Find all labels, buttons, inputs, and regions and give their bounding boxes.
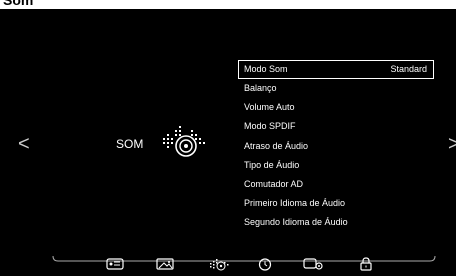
menu-item-label: Volume Auto <box>244 102 295 113</box>
menu-item-modo-som[interactable]: Modo Som Standard <box>238 60 434 79</box>
menu-item-label: Modo SPDIF <box>244 121 296 132</box>
menu-item-tipo-de-audio[interactable]: Tipo de Áudio <box>238 156 434 175</box>
menu-item-label: Modo Som <box>244 64 288 74</box>
title-bar: Som <box>0 0 456 9</box>
menu-item-balanco[interactable]: Balanço <box>238 79 434 98</box>
page-title: Som <box>3 0 34 8</box>
previous-arrow[interactable]: < <box>18 134 30 154</box>
menu-item-label: Primeiro Idioma de Áudio <box>244 198 346 209</box>
menu-item-atraso-de-audio[interactable]: Atraso de Áudio <box>238 137 434 156</box>
menu-item-primeiro-idioma[interactable]: Primeiro Idioma de Áudio <box>238 194 434 213</box>
sound-icon[interactable] <box>209 257 231 276</box>
settings-icon[interactable] <box>303 257 325 276</box>
next-arrow[interactable]: > <box>448 134 456 154</box>
image-icon[interactable] <box>156 257 174 276</box>
category-label: SOM <box>116 137 144 151</box>
menu-item-comutador-ad[interactable]: Comutador AD <box>238 175 434 194</box>
lock-icon[interactable] <box>359 257 373 276</box>
menu-item-volume-auto[interactable]: Volume Auto <box>238 98 434 117</box>
clock-icon[interactable] <box>257 257 273 276</box>
bottom-menu-bar <box>0 257 456 272</box>
menu-item-modo-spdif[interactable]: Modo SPDIF <box>238 117 434 136</box>
menu-item-label: Tipo de Áudio <box>244 159 300 170</box>
sound-category-icon <box>161 124 207 163</box>
menu-item-label: Comutador AD <box>244 178 304 189</box>
menu-item-segundo-idioma[interactable]: Segundo Idioma de Áudio <box>238 213 434 232</box>
menu-item-label: Segundo Idioma de Áudio <box>244 217 348 228</box>
menu-item-label: Atraso de Áudio <box>244 140 309 151</box>
sound-menu: Modo Som Standard Balanço Volume Auto Mo… <box>238 60 434 233</box>
menu-item-value: Standard <box>390 64 427 74</box>
menu-item-label: Balanço <box>244 83 277 93</box>
picture-icon[interactable] <box>106 257 124 276</box>
